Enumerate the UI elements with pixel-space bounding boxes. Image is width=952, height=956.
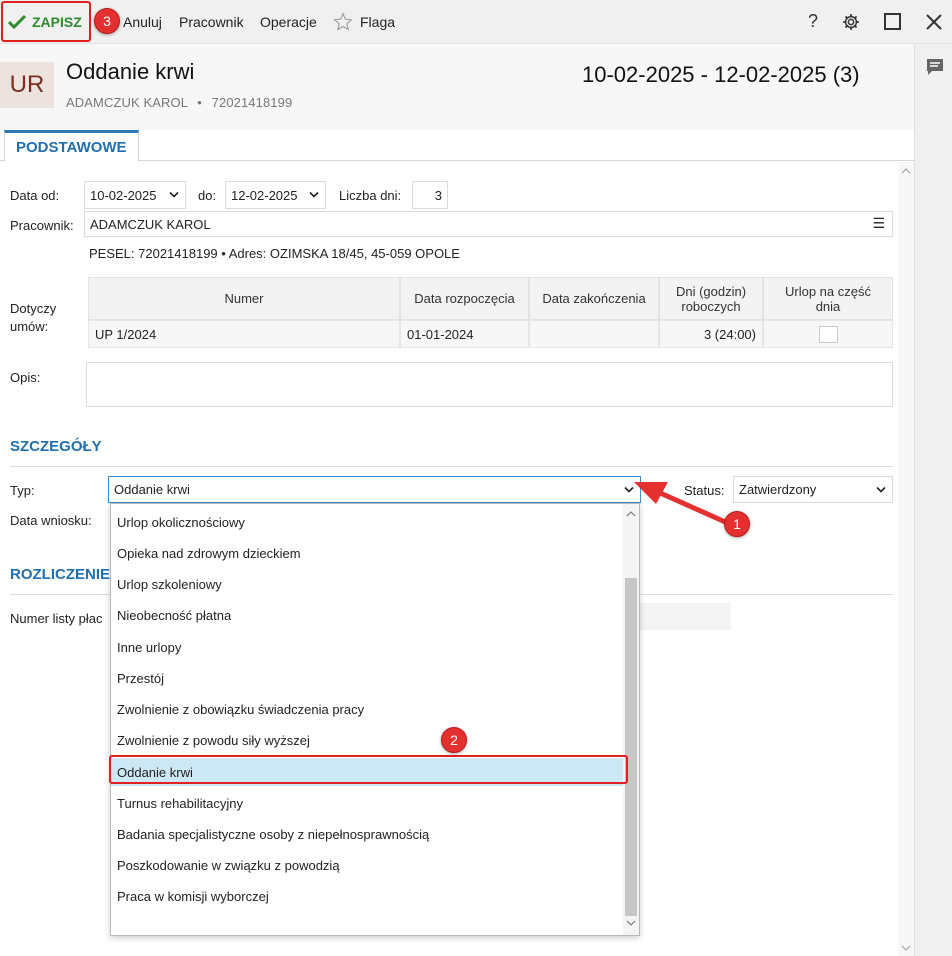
scroll-up-icon[interactable]	[901, 167, 911, 175]
employee-name: ADAMCZUK KAROL	[66, 95, 188, 110]
request-date-label: Data wniosku:	[10, 513, 92, 528]
annotation-marker-3: 3	[94, 8, 120, 34]
dropdown-scrollbar[interactable]	[623, 504, 639, 935]
main-scrollbar[interactable]	[898, 162, 914, 956]
settlement-section-title: ROZLICZENIE	[10, 566, 110, 583]
list-item[interactable]: Przestój	[117, 664, 164, 692]
record-type-badge: UR	[0, 62, 54, 108]
maximize-icon[interactable]	[877, 0, 907, 43]
employee-subtitle: ADAMCZUK KAROL • 72021418199	[66, 95, 292, 110]
side-rail	[914, 44, 952, 956]
gear-icon[interactable]	[836, 0, 866, 43]
status-value: Zatwierdzony	[739, 482, 817, 497]
close-icon[interactable]	[919, 0, 949, 43]
page-title: Oddanie krwi	[66, 59, 195, 84]
cell-number[interactable]: UP 1/2024	[88, 320, 400, 348]
list-item[interactable]: Badania specjalistyczne osoby z niepełno…	[117, 820, 429, 848]
partial-day-checkbox[interactable]	[818, 325, 838, 343]
employee-label: Pracownik:	[10, 218, 74, 233]
checkmark-icon	[8, 14, 26, 29]
type-select[interactable]: Oddanie krwi	[108, 476, 641, 503]
date-from-value: 10-02-2025	[90, 187, 157, 203]
date-to-value: 12-02-2025	[231, 187, 298, 203]
scroll-down-icon[interactable]	[901, 944, 911, 952]
description-label: Opis:	[10, 370, 41, 385]
scroll-down-icon[interactable]	[626, 920, 636, 927]
date-to-label: do:	[198, 188, 217, 203]
employee-id: 72021418199	[211, 95, 293, 110]
list-item[interactable]: Inne urlopy	[117, 633, 181, 661]
list-item[interactable]: Zwolnienie z obowiązku świadczenia pracy	[117, 695, 364, 723]
col-header-start: Data rozpoczęcia	[400, 277, 529, 320]
tab-basic[interactable]: PODSTAWOWE	[4, 130, 139, 162]
list-item[interactable]: Opieka nad zdrowym dzieckiem	[117, 539, 301, 567]
list-item[interactable]: Nieobecność płatna	[117, 601, 231, 629]
type-dropdown-list[interactable]: Urlop okolicznościowy Opieka nad zdrowym…	[110, 503, 640, 936]
cancel-button[interactable]: Anuluj	[123, 0, 162, 43]
cell-end[interactable]	[529, 320, 659, 348]
save-label: ZAPISZ	[32, 13, 82, 30]
star-icon	[333, 11, 353, 31]
chevron-down-icon	[169, 191, 179, 198]
annotation-marker-1: 1	[724, 511, 750, 537]
contracts-label: Dotyczy umów:	[10, 301, 57, 334]
col-header-partial: Urlop na część dnia	[763, 277, 893, 320]
employee-value: ADAMCZUK KAROL	[90, 216, 211, 232]
flag-label: Flaga	[360, 13, 396, 30]
col-header-days: Dni (godzin) roboczych	[659, 277, 763, 320]
save-button[interactable]: ZAPISZ	[1, 1, 91, 42]
operations-button[interactable]: Operacje	[260, 0, 317, 43]
days-label: Liczba dni:	[339, 188, 402, 203]
flag-button[interactable]: Flaga	[333, 0, 395, 43]
status-select[interactable]: Zatwierdzony	[733, 476, 893, 503]
payroll-number-label: Numer listy płac	[10, 611, 103, 626]
details-section-title: SZCZEGÓŁY	[10, 438, 102, 455]
date-range: 10-02-2025 - 12-02-2025 (3)	[582, 62, 860, 87]
help-icon[interactable]: ?	[798, 0, 828, 43]
dropdown-scroll-thumb[interactable]	[625, 578, 637, 916]
list-item[interactable]: Praca w komisji wyborczej	[117, 882, 269, 910]
type-value: Oddanie krwi	[114, 482, 190, 497]
payroll-number-field[interactable]	[640, 603, 731, 630]
details-divider	[10, 466, 893, 467]
menu-icon[interactable]: ☰	[872, 215, 885, 232]
list-item[interactable]: Turnus rehabilitacyjny	[117, 789, 243, 817]
list-item[interactable]: Urlop okolicznościowy	[117, 508, 245, 536]
cell-start[interactable]: 01-01-2024	[400, 320, 529, 348]
subtitle-separator: •	[197, 95, 202, 110]
employee-button[interactable]: Pracownik	[179, 0, 244, 43]
toolbar: ZAPISZ 3 Anuluj Pracownik Operacje Flaga…	[0, 0, 952, 44]
cell-partial[interactable]	[763, 320, 893, 348]
chevron-down-icon	[876, 486, 886, 493]
list-item[interactable]: Urlop szkoleniowy	[117, 570, 222, 598]
description-field[interactable]	[86, 362, 893, 407]
cell-days[interactable]: 3 (24:00)	[659, 320, 763, 348]
list-item[interactable]: Poszkodowanie w związku z powodzią	[117, 851, 340, 879]
date-to-select[interactable]: 12-02-2025	[225, 181, 326, 209]
list-item[interactable]: Zwolnienie z powodu siły wyższej	[117, 726, 310, 754]
annotation-marker-2: 2	[441, 727, 467, 753]
col-header-end: Data zakończenia	[529, 277, 659, 320]
date-from-label: Data od:	[10, 188, 60, 203]
employee-field[interactable]: ADAMCZUK KAROL ☰	[84, 211, 893, 237]
annotation-selected-outline	[109, 755, 628, 784]
pesel-address-line: PESEL: 72021418199 • Adres: OZIMSKA 18/4…	[89, 246, 460, 261]
col-header-number: Numer	[88, 277, 400, 320]
comment-icon[interactable]	[925, 57, 945, 80]
chevron-down-icon	[309, 191, 319, 198]
date-from-select[interactable]: 10-02-2025	[84, 181, 186, 209]
days-field[interactable]: 3	[412, 181, 448, 209]
type-label: Typ:	[10, 483, 35, 498]
